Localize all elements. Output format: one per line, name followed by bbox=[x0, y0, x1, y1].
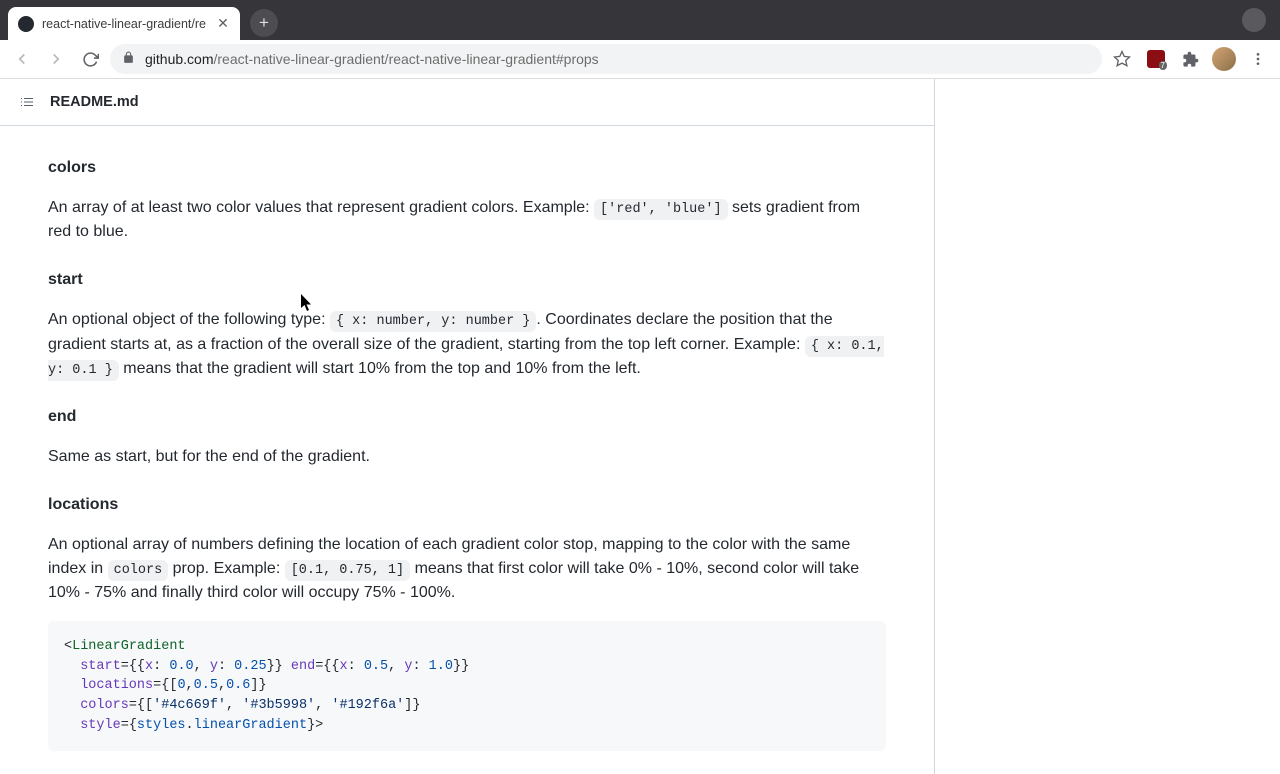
page-body: README.md colors An array of at least tw… bbox=[0, 79, 1280, 774]
paragraph-start: An optional object of the following type… bbox=[48, 308, 886, 381]
code-colors-example: ['red', 'blue'] bbox=[594, 199, 728, 220]
chrome-menu-icon[interactable] bbox=[1244, 45, 1272, 73]
paragraph-locations: An optional array of numbers defining th… bbox=[48, 533, 886, 605]
readme-header: README.md bbox=[0, 79, 934, 126]
extensions-icon[interactable] bbox=[1176, 45, 1204, 73]
readme-filename: README.md bbox=[50, 94, 139, 110]
ublock-extension-icon[interactable] bbox=[1142, 45, 1170, 73]
close-tab-icon[interactable]: ✕ bbox=[216, 17, 230, 31]
toc-icon[interactable] bbox=[16, 91, 38, 113]
heading-end: end bbox=[48, 405, 886, 429]
code-start-type: { x: number, y: number } bbox=[330, 311, 536, 332]
address-bar[interactable]: github.com/react-native-linear-gradient/… bbox=[110, 44, 1102, 74]
paragraph-colors: An array of at least two color values th… bbox=[48, 196, 886, 244]
new-tab-button[interactable]: + bbox=[250, 9, 278, 37]
browser-tab[interactable]: react-native-linear-gradient/re ✕ bbox=[8, 7, 240, 40]
code-colors-prop: colors bbox=[108, 560, 169, 581]
reload-button[interactable] bbox=[76, 45, 104, 73]
tab-title: react-native-linear-gradient/re bbox=[42, 17, 216, 31]
code-locations-example: [0.1, 0.75, 1] bbox=[285, 560, 410, 581]
back-button[interactable] bbox=[8, 45, 36, 73]
profile-avatar[interactable] bbox=[1210, 45, 1238, 73]
forward-button[interactable] bbox=[42, 45, 70, 73]
url-path: /react-native-linear-gradient/react-nati… bbox=[213, 51, 598, 67]
code-block-lineargradient: <LinearGradient start={{x: 0.0, y: 0.25}… bbox=[48, 621, 886, 751]
url-host: github.com bbox=[145, 51, 213, 67]
heading-locations: locations bbox=[48, 493, 886, 517]
browser-tab-strip: react-native-linear-gradient/re ✕ + bbox=[0, 0, 1280, 40]
browser-toolbar: github.com/react-native-linear-gradient/… bbox=[0, 40, 1280, 79]
heading-colors: colors bbox=[48, 156, 886, 180]
readme-column: README.md colors An array of at least tw… bbox=[0, 79, 935, 774]
readme-content: colors An array of at least two color va… bbox=[0, 126, 934, 774]
bookmark-star-icon[interactable] bbox=[1108, 45, 1136, 73]
github-favicon bbox=[18, 16, 34, 32]
lock-icon bbox=[122, 51, 135, 67]
paragraph-end: Same as start, but for the end of the gr… bbox=[48, 445, 886, 469]
heading-start: start bbox=[48, 268, 886, 292]
chrome-profile-icon[interactable] bbox=[1242, 8, 1266, 32]
